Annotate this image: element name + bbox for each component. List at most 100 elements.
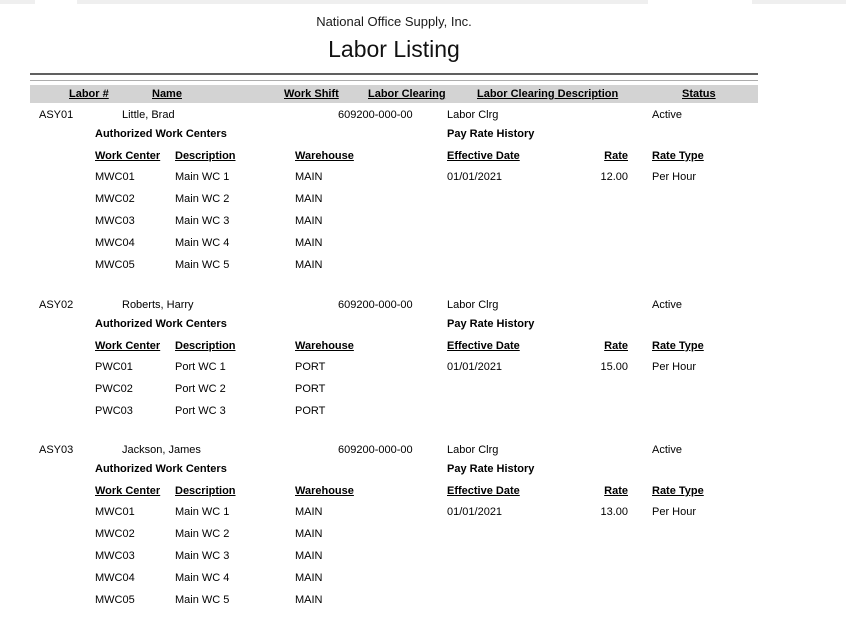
pay-rate-type: Per Hour <box>652 360 696 374</box>
pay-rate-amount: 12.00 <box>560 170 628 184</box>
sub-header-rate: Rate <box>560 339 628 353</box>
status-value: Active <box>652 108 682 122</box>
work-center-description: Port WC 1 <box>175 360 226 374</box>
company-name: National Office Supply, Inc. <box>30 14 758 29</box>
pay-rate-type: Per Hour <box>652 505 696 519</box>
column-header-work-shift: Work Shift <box>284 87 339 101</box>
work-center-description: Main WC 2 <box>175 527 229 541</box>
labor-clearing-description: Labor Clrg <box>447 443 498 457</box>
pay-rate-amount: 13.00 <box>560 505 628 519</box>
section-label-row: Authorized Work Centers Pay Rate History <box>0 462 846 476</box>
column-header-labor-number: Labor # <box>69 87 109 101</box>
sub-header-rate: Rate <box>560 484 628 498</box>
work-center-description: Port WC 3 <box>175 404 226 418</box>
work-center-code: MWC02 <box>95 527 135 541</box>
employee-row: ASY02 Roberts, Harry 609200-000-00 Labor… <box>0 298 846 312</box>
work-center-description: Port WC 2 <box>175 382 226 396</box>
work-center-row: PWC03 Port WC 3 PORT <box>0 404 846 418</box>
work-center-description: Main WC 5 <box>175 258 229 272</box>
warehouse-value: PORT <box>295 360 325 374</box>
work-center-description: Main WC 1 <box>175 505 229 519</box>
sub-header-warehouse: Warehouse <box>295 149 354 163</box>
sub-header-rate-type: Rate Type <box>652 149 704 163</box>
sub-header-warehouse: Warehouse <box>295 484 354 498</box>
window-top-edge-highlight <box>35 0 77 4</box>
work-center-code: MWC05 <box>95 593 135 607</box>
column-header-bar: Labor # Name Work Shift Labor Clearing L… <box>30 85 758 103</box>
header-rule-top <box>30 73 758 75</box>
window-top-edge <box>0 0 846 4</box>
warehouse-value: MAIN <box>295 192 323 206</box>
work-center-description: Main WC 4 <box>175 571 229 585</box>
sub-header-row: Work Center Description Warehouse Effect… <box>0 149 846 163</box>
work-center-description: Main WC 2 <box>175 192 229 206</box>
work-center-code: MWC02 <box>95 192 135 206</box>
sub-header-rate: Rate <box>560 149 628 163</box>
report-title: Labor Listing <box>30 36 758 63</box>
section-label-row: Authorized Work Centers Pay Rate History <box>0 127 846 141</box>
work-center-code: PWC01 <box>95 360 133 374</box>
column-header-status: Status <box>682 87 716 101</box>
work-center-code: MWC04 <box>95 236 135 250</box>
work-center-row: MWC03 Main WC 3 MAIN <box>0 214 846 228</box>
work-center-row: PWC01 Port WC 1 PORT 01/01/2021 15.00 Pe… <box>0 360 846 374</box>
labor-number: ASY02 <box>39 298 73 312</box>
sub-header-description: Description <box>175 484 236 498</box>
sub-header-effective-date: Effective Date <box>447 149 520 163</box>
authorized-work-centers-label: Authorized Work Centers <box>95 462 227 476</box>
warehouse-value: MAIN <box>295 549 323 563</box>
employee-name: Roberts, Harry <box>122 298 194 312</box>
sub-header-effective-date: Effective Date <box>447 339 520 353</box>
labor-number: ASY03 <box>39 443 73 457</box>
labor-number: ASY01 <box>39 108 73 122</box>
labor-clearing: 609200-000-00 <box>338 108 413 122</box>
work-center-code: MWC03 <box>95 549 135 563</box>
warehouse-value: MAIN <box>295 258 323 272</box>
window-top-edge-highlight <box>648 0 752 4</box>
work-center-description: Main WC 3 <box>175 549 229 563</box>
work-center-row: MWC05 Main WC 5 MAIN <box>0 593 846 607</box>
sub-header-row: Work Center Description Warehouse Effect… <box>0 484 846 498</box>
pay-rate-history-label: Pay Rate History <box>447 127 534 141</box>
sub-header-work-center: Work Center <box>95 339 160 353</box>
work-center-row: MWC05 Main WC 5 MAIN <box>0 258 846 272</box>
warehouse-value: MAIN <box>295 236 323 250</box>
employee-section: ASY01 Little, Brad 609200-000-00 Labor C… <box>0 108 846 280</box>
work-center-row: MWC01 Main WC 1 MAIN 01/01/2021 13.00 Pe… <box>0 505 846 519</box>
work-center-row: PWC02 Port WC 2 PORT <box>0 382 846 396</box>
work-center-description: Main WC 5 <box>175 593 229 607</box>
work-center-description: Main WC 1 <box>175 170 229 184</box>
warehouse-value: MAIN <box>295 571 323 585</box>
column-header-labor-clearing-description: Labor Clearing Description <box>477 87 618 101</box>
employee-row: ASY01 Little, Brad 609200-000-00 Labor C… <box>0 108 846 122</box>
work-center-code: MWC01 <box>95 170 135 184</box>
work-center-row: MWC03 Main WC 3 MAIN <box>0 549 846 563</box>
warehouse-value: PORT <box>295 404 325 418</box>
sub-header-rate-type: Rate Type <box>652 484 704 498</box>
sub-header-description: Description <box>175 339 236 353</box>
work-center-code: MWC04 <box>95 571 135 585</box>
work-center-code: PWC02 <box>95 382 133 396</box>
work-center-row: MWC02 Main WC 2 MAIN <box>0 527 846 541</box>
section-label-row: Authorized Work Centers Pay Rate History <box>0 317 846 331</box>
pay-rate-effective-date: 01/01/2021 <box>447 360 502 374</box>
work-center-description: Main WC 3 <box>175 214 229 228</box>
warehouse-value: PORT <box>295 382 325 396</box>
labor-clearing-description: Labor Clrg <box>447 108 498 122</box>
authorized-work-centers-label: Authorized Work Centers <box>95 317 227 331</box>
sub-header-work-center: Work Center <box>95 484 160 498</box>
work-center-code: PWC03 <box>95 404 133 418</box>
work-center-row: MWC02 Main WC 2 MAIN <box>0 192 846 206</box>
sub-header-description: Description <box>175 149 236 163</box>
status-value: Active <box>652 443 682 457</box>
work-center-description: Main WC 4 <box>175 236 229 250</box>
employee-name: Little, Brad <box>122 108 175 122</box>
pay-rate-type: Per Hour <box>652 170 696 184</box>
pay-rate-effective-date: 01/01/2021 <box>447 170 502 184</box>
work-center-row: MWC04 Main WC 4 MAIN <box>0 236 846 250</box>
labor-clearing-description: Labor Clrg <box>447 298 498 312</box>
pay-rate-history-label: Pay Rate History <box>447 462 534 476</box>
work-center-code: MWC03 <box>95 214 135 228</box>
column-header-name: Name <box>152 87 182 101</box>
work-center-row: MWC04 Main WC 4 MAIN <box>0 571 846 585</box>
